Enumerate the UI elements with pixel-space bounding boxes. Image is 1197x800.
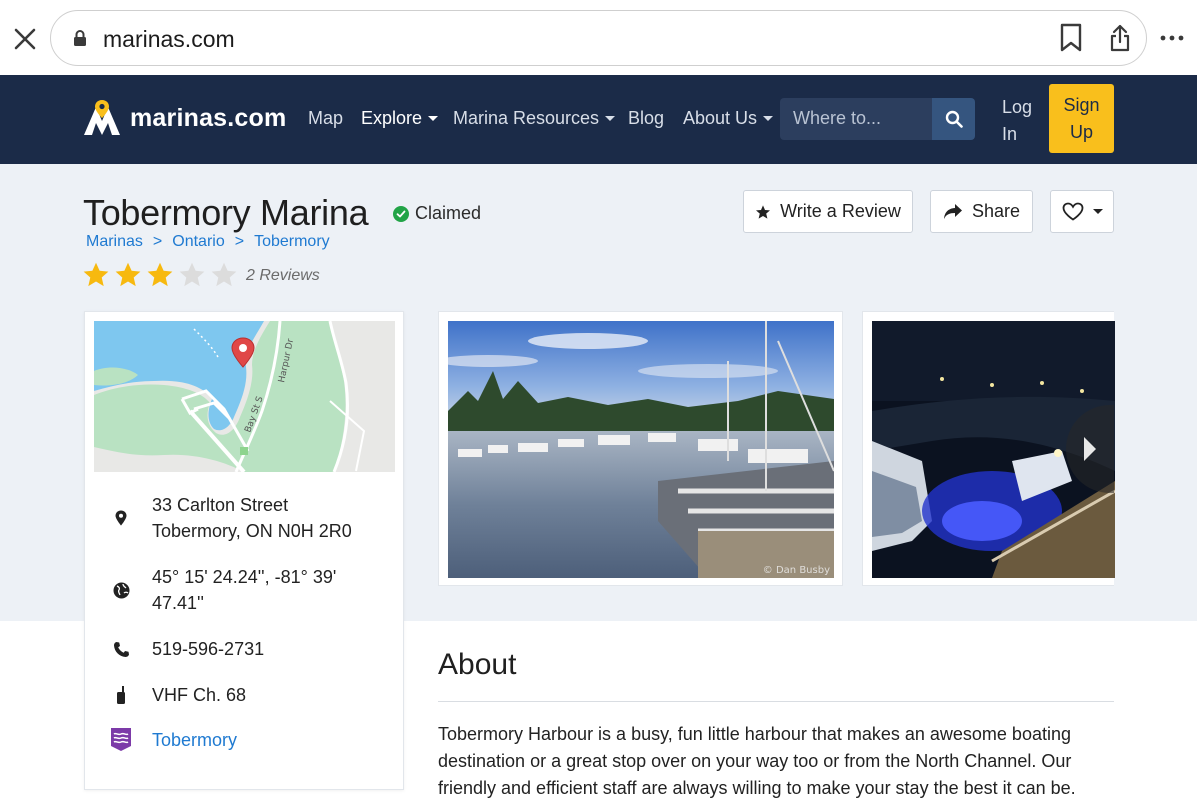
- marinas-logo-icon: [84, 100, 120, 135]
- breadcrumb-tobermory[interactable]: Tobermory: [254, 233, 330, 251]
- url-text: marinas.com: [103, 26, 235, 52]
- breadcrumb: Marinas > Ontario > Tobermory: [86, 233, 330, 251]
- write-review-label: Write a Review: [780, 201, 901, 221]
- location-map[interactable]: Harpur Dr Bay St S: [94, 321, 395, 472]
- nav-blog[interactable]: Blog: [628, 108, 664, 129]
- signup-button[interactable]: Sign Up: [1049, 84, 1114, 153]
- star-empty-icon[interactable]: [178, 261, 206, 289]
- about-divider: [438, 701, 1114, 702]
- address-bar[interactable]: marinas.com: [50, 10, 1147, 66]
- star-filled-icon[interactable]: [114, 261, 142, 289]
- nav-label: Map: [308, 108, 344, 128]
- search-icon: [945, 110, 963, 128]
- about-heading: About: [438, 648, 517, 681]
- phone-number: 519-596-2731: [152, 639, 265, 659]
- nav-marina-resources[interactable]: Marina Resources: [453, 108, 616, 129]
- share-button[interactable]: Share: [930, 190, 1033, 233]
- signup-label-line2: Up: [1069, 122, 1093, 142]
- login-label-line2: In: [1002, 124, 1018, 144]
- breadcrumb-marinas[interactable]: Marinas: [86, 233, 143, 251]
- photo-credit: © Dan Busby: [763, 565, 830, 576]
- search-button[interactable]: [932, 98, 975, 140]
- search-placeholder: Where to...: [793, 108, 882, 128]
- site-navbar: marinas.com Map Explore Marina Resources…: [0, 75, 1197, 164]
- about-text: Tobermory Harbour is a busy, fun little …: [438, 724, 1076, 798]
- search-input[interactable]: Where to...: [780, 98, 932, 140]
- more-options-icon[interactable]: [1160, 26, 1184, 55]
- nav-map[interactable]: Map: [308, 108, 343, 129]
- breadcrumb-ontario[interactable]: Ontario: [172, 233, 224, 251]
- claimed-label: Claimed: [415, 203, 482, 223]
- share-label: Share: [971, 201, 1021, 221]
- star-rating[interactable]: [82, 261, 238, 289]
- heart-icon: [1062, 202, 1083, 221]
- claimed-badge: Claimed: [393, 203, 481, 224]
- breadcrumb-separator: >: [152, 233, 163, 250]
- marina-info-card: Harpur Dr Bay St S 33 Carlton Street Tob…: [84, 311, 404, 790]
- coords-line2: 47.41'': [152, 593, 204, 613]
- caret-down-icon: [1092, 209, 1103, 214]
- page-title: Tobermory Marina: [83, 192, 369, 233]
- reviews-count[interactable]: 2 Reviews: [246, 267, 320, 285]
- check-circle-icon: [393, 205, 409, 222]
- browser-chrome: marinas.com: [0, 0, 1197, 75]
- close-icon[interactable]: [10, 24, 40, 54]
- star-empty-icon[interactable]: [210, 261, 238, 289]
- nav-about-us[interactable]: About Us: [683, 108, 774, 129]
- favorite-dropdown-button[interactable]: [1050, 190, 1114, 233]
- radio-icon: [109, 683, 133, 707]
- globe-icon: [109, 578, 133, 602]
- nav-label: Explore: [361, 108, 423, 128]
- bookmark-icon[interactable]: [1059, 23, 1083, 58]
- site-logo[interactable]: marinas.com: [82, 99, 286, 137]
- write-review-button[interactable]: Write a Review: [743, 190, 913, 233]
- breadcrumb-separator: >: [234, 233, 245, 250]
- login-link[interactable]: Log In: [1002, 94, 1042, 148]
- logo-text: marinas.com: [130, 103, 287, 132]
- map-pin-icon: [109, 506, 133, 530]
- signup-label-line1: Sign: [1063, 95, 1100, 115]
- caret-down-icon: [763, 116, 774, 121]
- caret-down-icon: [605, 116, 616, 121]
- vhf-channel: VHF Ch. 68: [152, 685, 247, 705]
- nav-label: About Us: [683, 108, 758, 128]
- share-page-icon[interactable]: [1108, 23, 1132, 58]
- nav-label: Marina Resources: [453, 108, 600, 128]
- share-arrow-icon: [943, 203, 962, 219]
- weather-link[interactable]: Tobermory: [152, 727, 392, 753]
- star-icon: [756, 204, 771, 219]
- address-line1: 33 Carlton Street: [152, 495, 289, 515]
- photo-frame-1[interactable]: © Dan Busby: [438, 311, 843, 586]
- harbour-photo-day: © Dan Busby: [448, 321, 834, 578]
- nav-label: Blog: [628, 108, 665, 128]
- login-label-line1: Log: [1002, 97, 1033, 117]
- phone-icon: [109, 637, 133, 661]
- coords-line1: 45° 15' 24.24'', -81° 39': [152, 567, 337, 587]
- weather-badge-icon: [109, 727, 133, 751]
- star-filled-icon[interactable]: [82, 261, 110, 289]
- nav-explore[interactable]: Explore: [361, 108, 439, 129]
- address-line2: Tobermory, ON N0H 2R0: [152, 521, 352, 541]
- star-filled-icon[interactable]: [146, 261, 174, 289]
- lock-icon: [73, 29, 87, 52]
- caret-down-icon: [428, 116, 439, 121]
- chevron-right-icon: [1084, 437, 1096, 461]
